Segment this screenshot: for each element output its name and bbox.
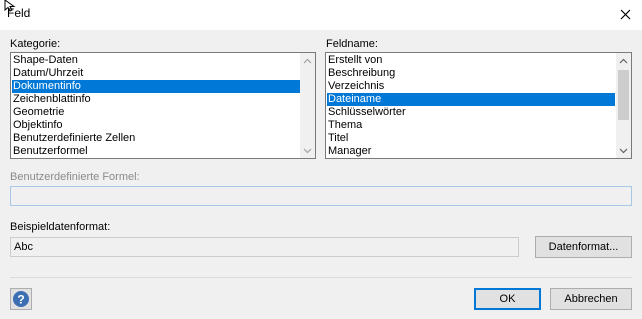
beispiel-field: Abc: [10, 237, 519, 257]
beispiel-label: Beispieldatenformat:: [10, 221, 111, 233]
cancel-button[interactable]: Abbrechen: [550, 288, 632, 310]
kategorie-item[interactable]: Shape-Daten: [12, 54, 300, 67]
formel-field[interactable]: [10, 186, 632, 206]
feldname-item[interactable]: Thema: [327, 119, 615, 132]
kategorie-scrollbar[interactable]: [300, 53, 315, 158]
formel-label: Benutzerdefinierte Formel:: [10, 171, 140, 183]
feldname-item[interactable]: Schlüsselwörter: [327, 106, 615, 119]
datenformat-button[interactable]: Datenformat...: [535, 236, 632, 258]
kategorie-item[interactable]: Zeichenblattinfo: [12, 93, 300, 106]
scroll-up-arrow[interactable]: [616, 53, 631, 68]
chevron-up-icon: [303, 58, 312, 63]
kategorie-item[interactable]: Geometrie: [12, 106, 300, 119]
chevron-up-icon: [619, 58, 628, 63]
help-icon: ?: [10, 288, 32, 310]
feldname-item[interactable]: Manager: [327, 145, 615, 158]
kategorie-item[interactable]: Benutzerdefinierte Zellen: [12, 132, 300, 145]
ok-button[interactable]: OK: [474, 288, 541, 310]
close-button[interactable]: [614, 3, 636, 25]
feldname-item[interactable]: Beschreibung: [327, 67, 615, 80]
scroll-thumb[interactable]: [618, 70, 629, 120]
feldname-item[interactable]: Titel: [327, 132, 615, 145]
chevron-down-icon: [303, 148, 312, 153]
feldname-listbox[interactable]: Erstellt von Beschreibung Verzeichnis Da…: [325, 52, 632, 159]
scroll-up-arrow[interactable]: [300, 53, 315, 68]
feldname-item[interactable]: Erstellt von: [327, 54, 615, 67]
close-icon: [620, 9, 630, 19]
kategorie-listbox[interactable]: Shape-Daten Datum/Uhrzeit Dokumentinfo Z…: [10, 52, 316, 159]
help-button[interactable]: ?: [10, 288, 32, 310]
kategorie-item[interactable]: Benutzerformel: [12, 145, 300, 158]
feldname-scrollbar[interactable]: [616, 53, 631, 158]
kategorie-label: Kategorie:: [10, 38, 61, 50]
feldname-item[interactable]: Verzeichnis: [327, 80, 615, 93]
scroll-down-arrow[interactable]: [300, 143, 315, 158]
feldname-item-selected[interactable]: Dateiname: [327, 93, 615, 106]
feldname-label: Feldname:: [326, 38, 378, 50]
scroll-down-arrow[interactable]: [616, 143, 631, 158]
title-bar: Feld: [0, 0, 642, 30]
kategorie-item-selected[interactable]: Dokumentinfo: [12, 80, 300, 93]
divider: [10, 277, 632, 278]
svg-text:?: ?: [17, 293, 24, 307]
kategorie-item[interactable]: Datum/Uhrzeit: [12, 67, 300, 80]
kategorie-item[interactable]: Objektinfo: [12, 119, 300, 132]
window-title: Feld: [7, 6, 31, 20]
chevron-down-icon: [619, 148, 628, 153]
